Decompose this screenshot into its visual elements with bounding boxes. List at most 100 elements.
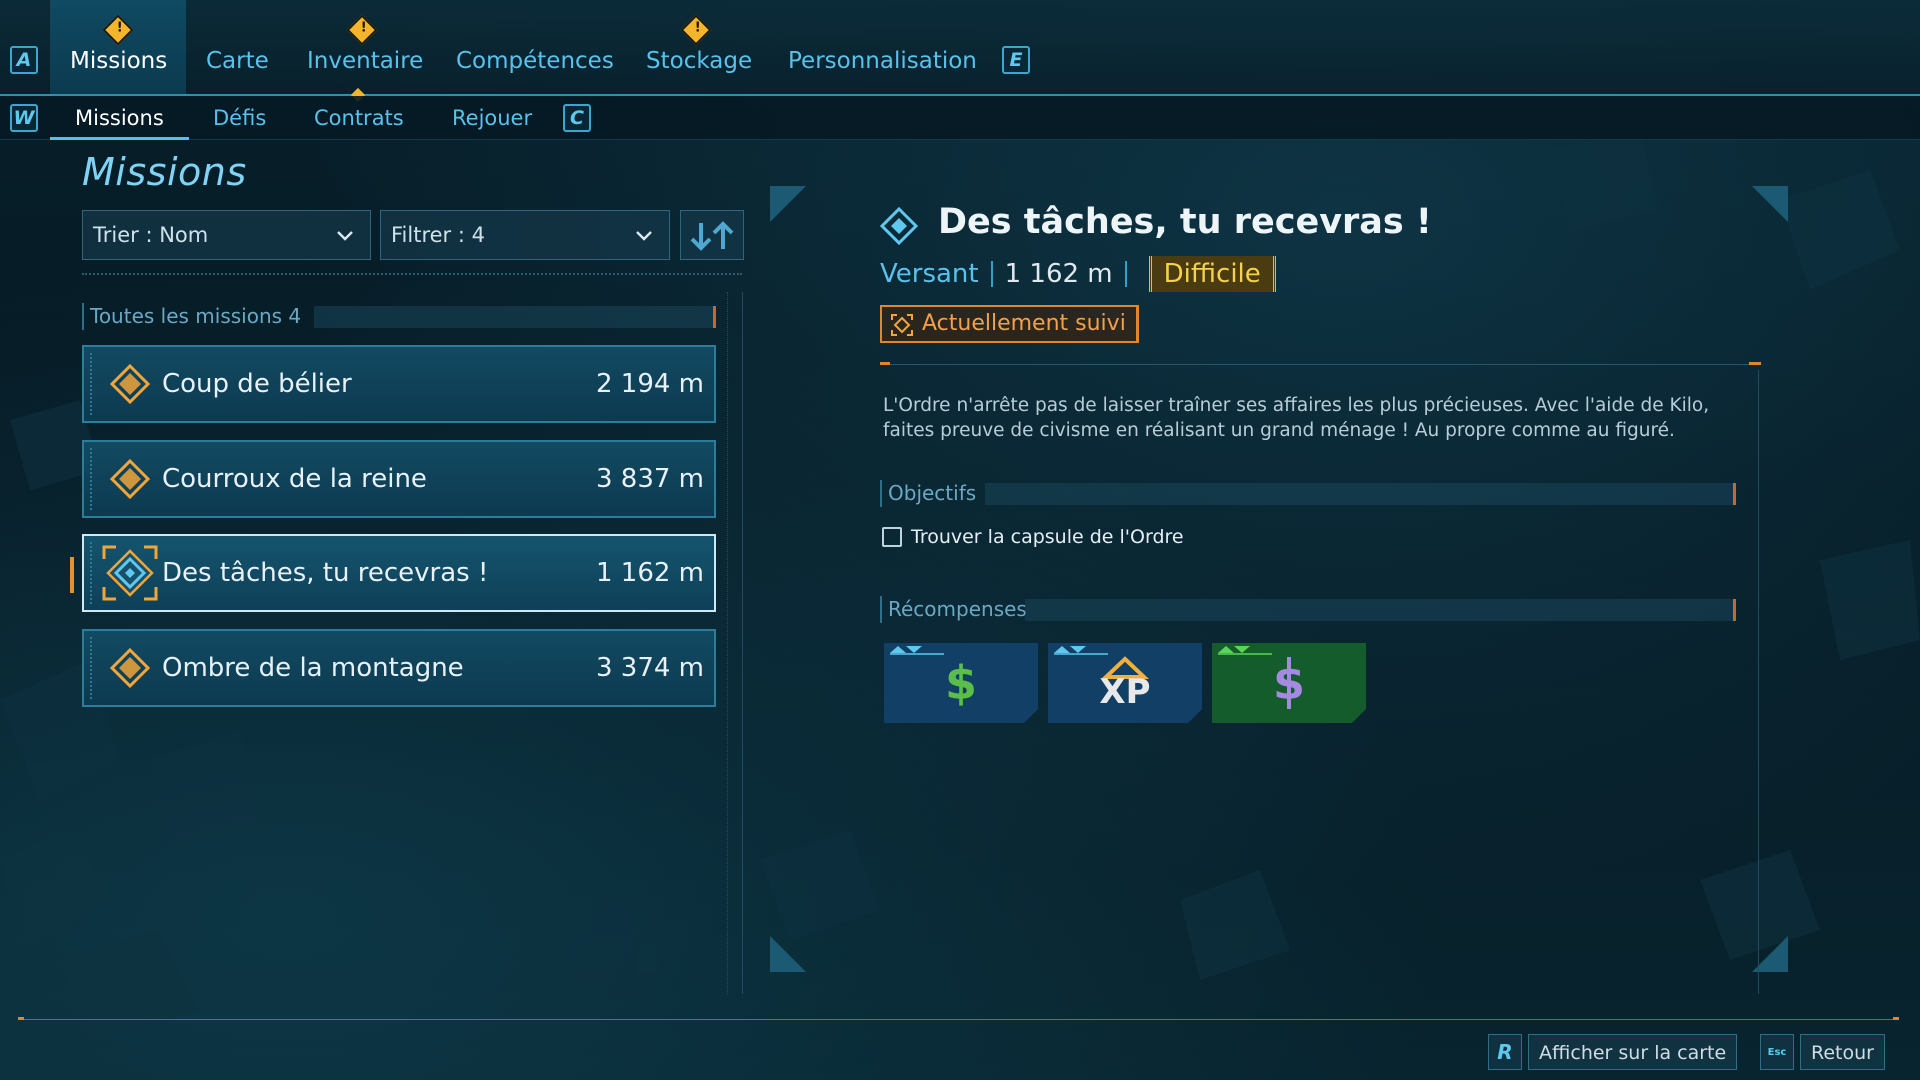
mission-title: Des tâches, tu recevras ! (938, 202, 1432, 242)
mission-distance: 1 162 m (595, 558, 704, 588)
reward-item[interactable]: $ (884, 643, 1038, 723)
rewards-label: Récompenses (888, 597, 1027, 621)
mission-distance: 3 837 m (595, 464, 704, 494)
mission-item[interactable]: Coup de bélier 2 194 m (82, 345, 716, 423)
subtab-rejouer[interactable]: Rejouer (427, 96, 557, 140)
reward-item[interactable]: XP (1048, 643, 1202, 723)
mission-item[interactable]: Courroux de la reine 3 837 m (82, 440, 716, 518)
separator (1124, 261, 1127, 287)
scrollbar-track[interactable] (742, 292, 743, 994)
section-bar (985, 483, 1736, 505)
dollar-icon: $ (945, 656, 977, 710)
tracked-mission-icon (102, 545, 158, 601)
tab-label: Stockage (646, 48, 753, 74)
objective-checkbox (882, 527, 902, 547)
mission-name: Coup de bélier (162, 369, 352, 399)
mission-diamond-icon (110, 364, 150, 404)
objectives-header: Objectifs (880, 480, 1736, 507)
tracked-label: Actuellement suivi (922, 311, 1126, 336)
mission-distance: 1 162 m (1004, 259, 1113, 289)
mission-item-selected[interactable]: Des tâches, tu recevras ! 1 162 m (82, 534, 716, 612)
decoration (90, 542, 93, 604)
mission-name: Ombre de la montagne (162, 653, 464, 683)
mission-description: L'Ordre n'arrête pas de laisser traîner … (883, 395, 1710, 441)
mission-distance: 2 194 m (595, 369, 704, 399)
tab-label: Carte (206, 48, 269, 74)
esc-key: Esc (1760, 1034, 1794, 1070)
sub-navigation: W Missions Défis Contrats Rejouer C (0, 96, 1920, 140)
tab-inventaire[interactable]: Inventaire (287, 0, 443, 94)
decoration (90, 637, 93, 699)
frame-corner (770, 936, 806, 972)
missions-group-header: Toutes les missions 4 (82, 303, 716, 330)
page-title: Missions (82, 150, 247, 194)
back-label: Retour (1800, 1034, 1885, 1070)
currency-icon: $ (1273, 656, 1305, 710)
chevron-down-icon (337, 231, 353, 241)
filter-dropdown[interactable]: Filtrer : 4 (380, 210, 670, 260)
next-subtab-key[interactable]: C (563, 104, 591, 132)
svg-text:XP: XP (1099, 672, 1150, 712)
tracking-icon (891, 314, 913, 336)
tab-label: Missions (70, 48, 168, 74)
prev-subtab-key[interactable]: W (10, 104, 38, 132)
reward-item[interactable]: $ (1212, 643, 1366, 723)
tab-carte[interactable]: Carte (186, 0, 289, 94)
objectives-label: Objectifs (888, 481, 977, 505)
tab-label: Inventaire (307, 48, 424, 74)
divider (880, 364, 1760, 365)
show-on-map-label: Afficher sur la carte (1528, 1034, 1738, 1070)
divider-cap (880, 362, 890, 365)
mission-meta: Versant 1 162 m Difficile (880, 256, 1276, 292)
subtab-contrats[interactable]: Contrats (289, 96, 429, 140)
top-navigation: A Missions Carte Inventaire Compétences … (0, 0, 1920, 103)
next-tab-key[interactable]: E (1002, 46, 1030, 74)
tab-label: Compétences (456, 48, 614, 74)
footer-divider (22, 1019, 1898, 1020)
frame-corner (770, 186, 806, 222)
frame-corner (1752, 186, 1788, 222)
subtab-missions[interactable]: Missions (50, 96, 189, 140)
mission-item[interactable]: Ombre de la montagne 3 374 m (82, 629, 716, 707)
prev-tab-key[interactable]: A (10, 46, 38, 74)
group-label: Toutes les missions 4 (90, 304, 302, 328)
sort-dropdown[interactable]: Trier : Nom (82, 210, 371, 260)
rewards-header: Récompenses (880, 596, 1736, 623)
mission-distance: 3 374 m (595, 653, 704, 683)
xp-icon: XP (1099, 656, 1151, 712)
sort-order-button[interactable] (680, 210, 744, 260)
mission-name: Courroux de la reine (162, 464, 427, 494)
mission-diamond-icon (110, 648, 150, 688)
mission-name: Des tâches, tu recevras ! (162, 558, 489, 588)
sort-arrows-icon (690, 221, 734, 251)
subtab-defis[interactable]: Défis (188, 96, 291, 140)
back-button[interactable]: Esc Retour (1760, 1032, 1885, 1072)
sort-dropdown-value: Trier : Nom (93, 223, 209, 247)
mission-type-icon (880, 207, 918, 245)
filter-dropdown-value: Filtrer : 4 (391, 223, 485, 247)
decoration (90, 448, 93, 510)
mission-region: Versant (880, 259, 979, 289)
mission-diamond-icon (110, 459, 150, 499)
divider (727, 292, 728, 994)
divider-cap (1893, 1017, 1899, 1020)
tracked-status-badge: Actuellement suivi (880, 305, 1139, 343)
divider (82, 273, 742, 275)
objective-text: Trouver la capsule de l'Ordre (911, 526, 1184, 548)
decoration (90, 353, 93, 415)
separator (990, 261, 993, 287)
divider (1758, 370, 1759, 994)
group-bar (314, 306, 716, 328)
tab-stockage[interactable]: Stockage (626, 0, 772, 94)
map-key: R (1488, 1034, 1522, 1070)
tab-competences[interactable]: Compétences (436, 0, 634, 94)
chevron-down-icon (636, 231, 652, 241)
svg-text:$: $ (945, 656, 977, 710)
divider-cap (18, 1017, 24, 1020)
section-bar (1025, 599, 1736, 621)
show-on-map-button[interactable]: R Afficher sur la carte (1488, 1032, 1738, 1072)
tab-label: Personnalisation (788, 48, 977, 74)
divider-cap (1749, 362, 1761, 365)
objective-item: Trouver la capsule de l'Ordre (882, 526, 1184, 548)
tab-personnalisation[interactable]: Personnalisation (768, 0, 997, 94)
